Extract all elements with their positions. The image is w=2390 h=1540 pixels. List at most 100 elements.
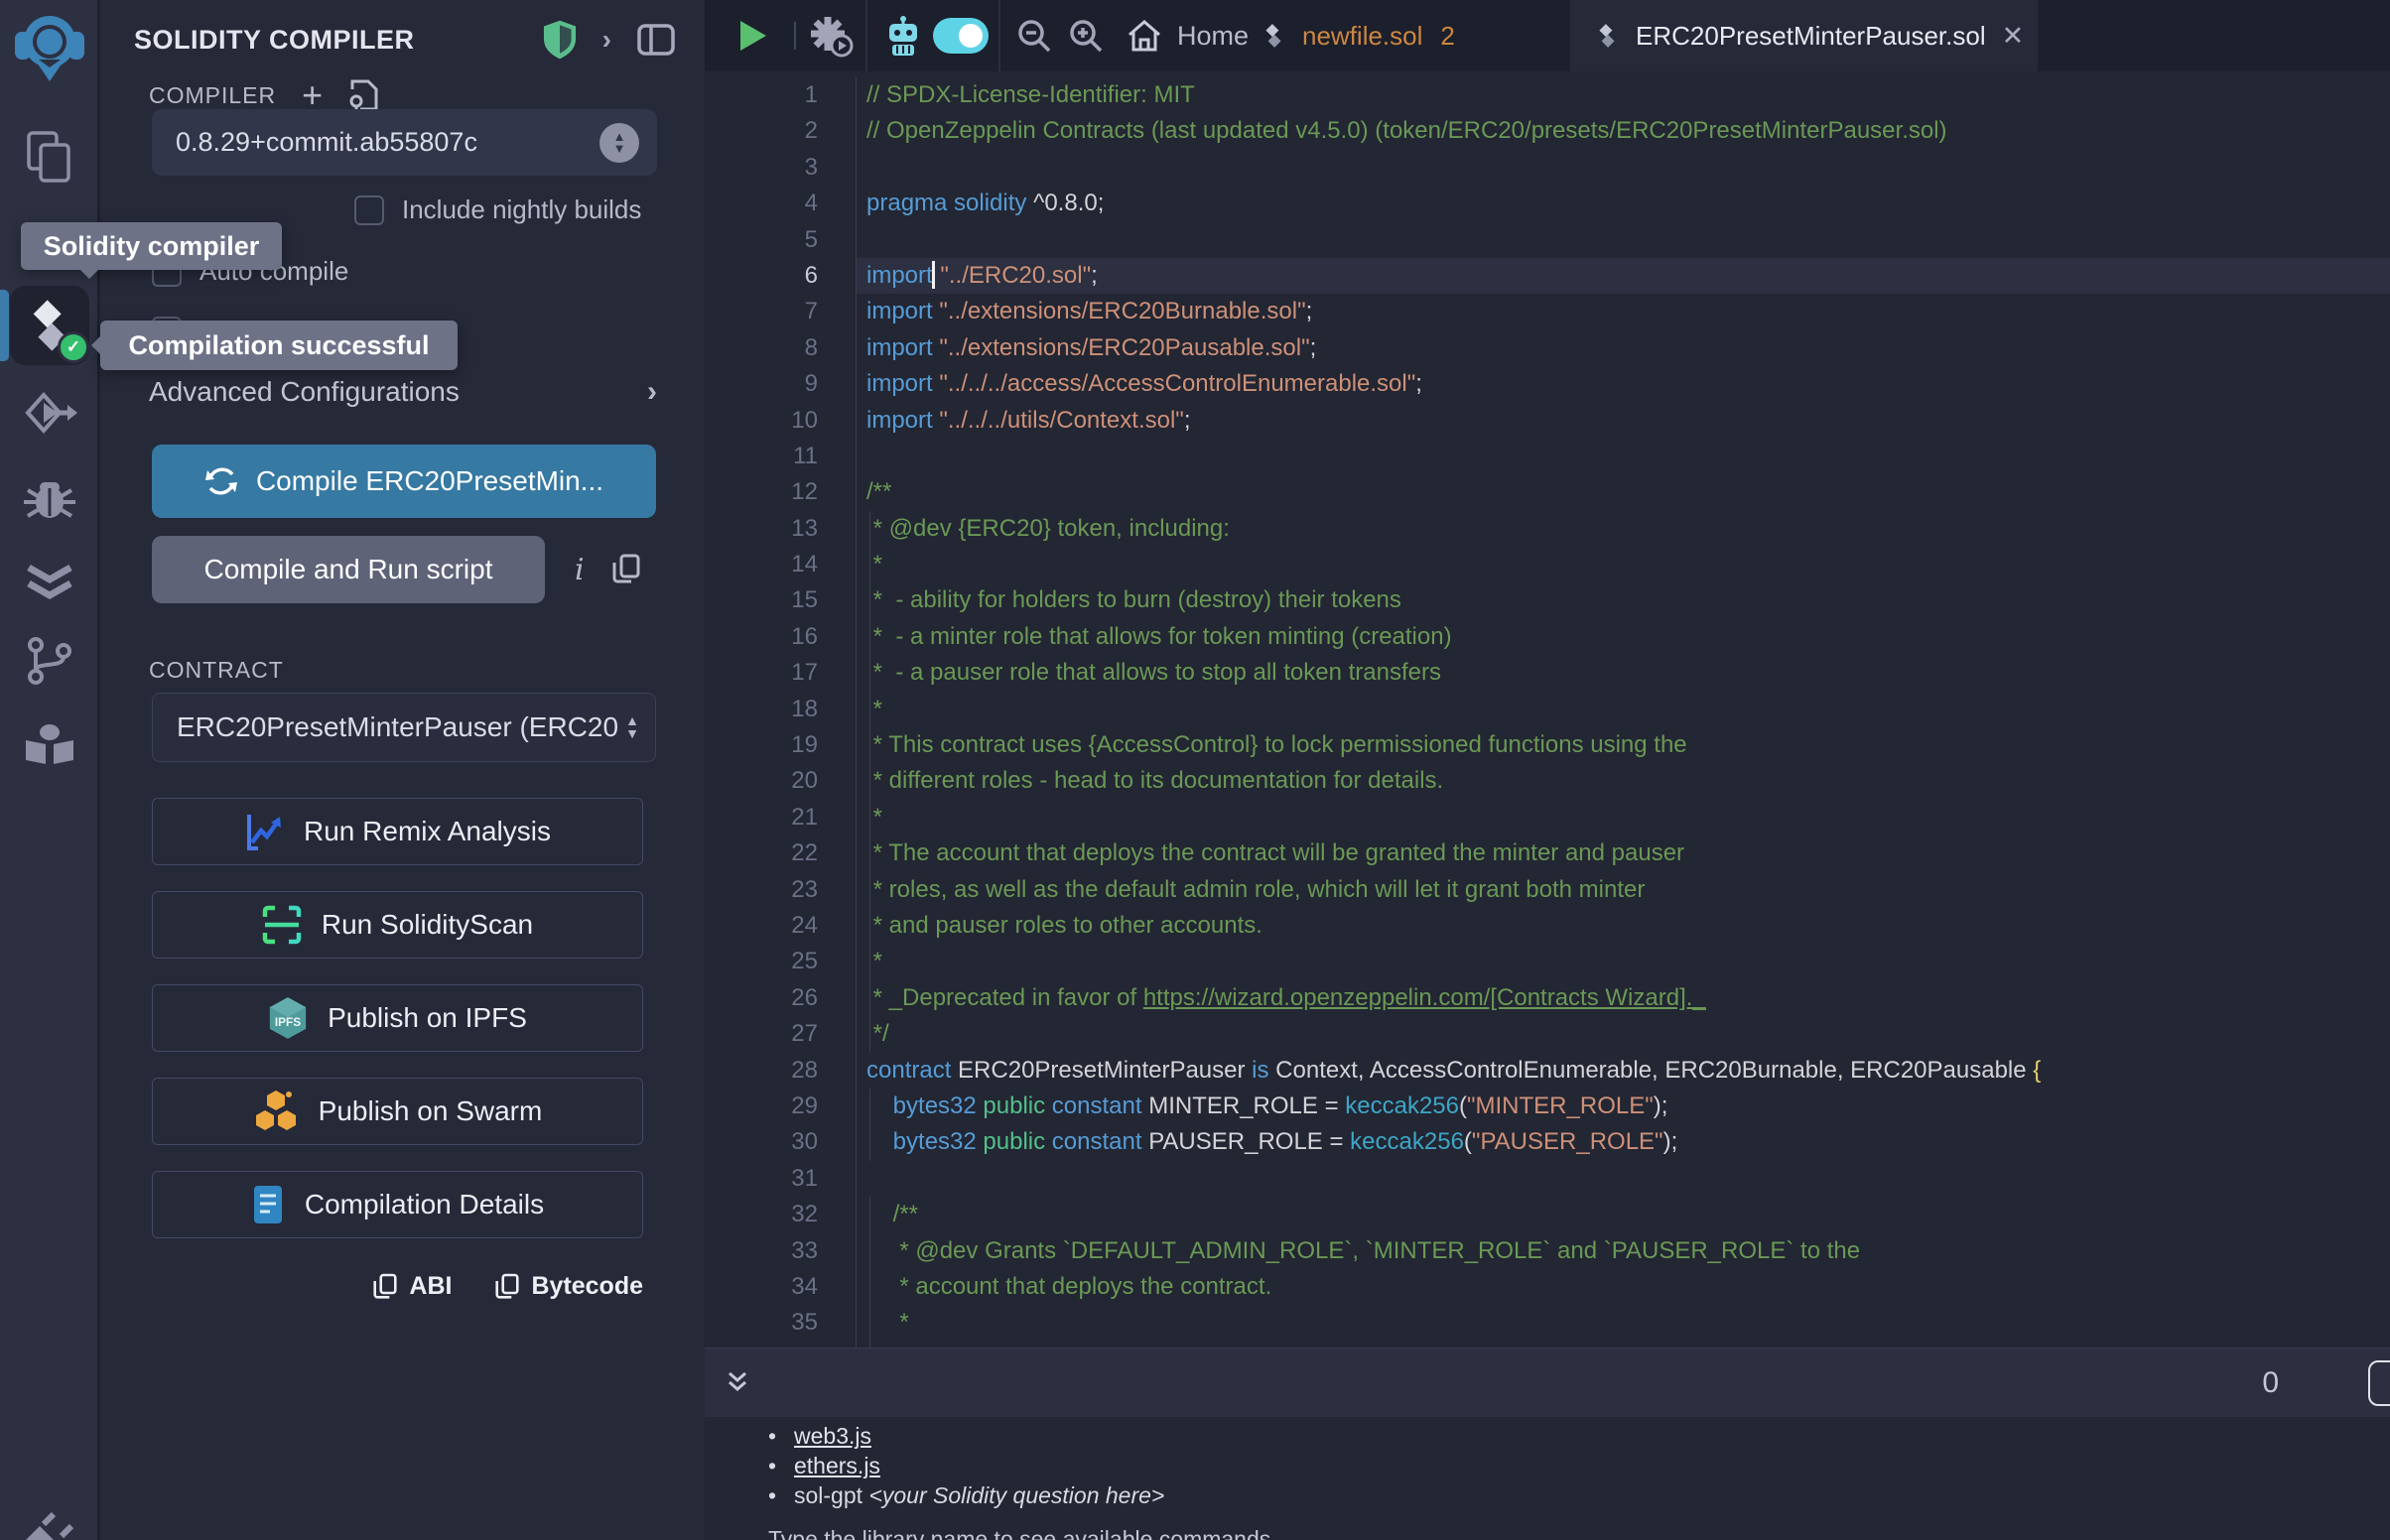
code-line[interactable]: 4pragma solidity ^0.8.0; [705,186,2390,221]
line-number: 2 [705,113,857,149]
tooltip-compilation-successful: Compilation successful [100,321,458,370]
code-line[interactable]: 29 bytes32 public constant MINTER_ROLE =… [705,1089,2390,1124]
close-icon[interactable]: ✕ [2002,21,2025,52]
script-config-icon[interactable] [808,0,854,71]
code-line[interactable]: 17 * - a pauser role that allows to stop… [705,655,2390,691]
terminal-list-item: •sol-gpt <your Solidity question here> [768,1480,2390,1510]
compilation-details-button[interactable]: Compilation Details [152,1171,643,1238]
compile-and-run-button[interactable]: Compile and Run script [152,536,545,603]
line-number: 24 [705,908,857,944]
license-icon[interactable] [348,77,378,113]
expand-panel-icon[interactable]: › [602,24,611,56]
copy-bytecode-button[interactable]: Bytecode [495,1272,643,1301]
code-line[interactable]: 10import "../../../utils/Context.sol"; [705,403,2390,439]
line-number: 19 [705,727,857,763]
web3js-link[interactable]: web3.js [794,1423,871,1449]
ai-copilot-icon[interactable] [885,0,921,71]
tab-home[interactable]: Home [1126,0,1249,71]
shield-icon[interactable] [543,20,577,60]
static-analysis-icon[interactable] [0,558,99,605]
code-line[interactable]: 25 * [705,944,2390,979]
add-compiler-icon[interactable]: + [302,85,323,105]
code-line[interactable]: 24 * and pauser roles to other accounts. [705,908,2390,944]
zoom-out-icon[interactable] [1016,0,1052,71]
debugger-icon[interactable] [0,474,99,524]
code-line[interactable]: 13 * @dev {ERC20} token, including: [705,511,2390,547]
run-solidityscan-label: Run SolidityScan [322,909,533,941]
line-number: 11 [705,439,857,474]
zoom-in-icon[interactable] [1068,0,1104,71]
run-remix-analysis-button[interactable]: Run Remix Analysis [152,798,643,865]
line-number: 21 [705,800,857,835]
code-line[interactable]: 9import "../../../access/AccessControlEn… [705,366,2390,402]
run-script-button[interactable] [738,0,768,71]
line-number: 22 [705,835,857,871]
tab-erc20presetminterpauser[interactable]: ERC20PresetMinterPauser.sol ✕ [1570,0,2038,71]
code-editor[interactable]: 1// SPDX-License-Identifier: MIT2// Open… [705,71,2390,1348]
code-line[interactable]: 2// OpenZeppelin Contracts (last updated… [705,113,2390,149]
code-line[interactable]: 30 bytes32 public constant PAUSER_ROLE =… [705,1124,2390,1160]
code-line[interactable]: 15 * - ability for holders to burn (dest… [705,582,2390,618]
code-line[interactable]: 26 * _Deprecated in favor of https://wiz… [705,980,2390,1016]
publish-on-ipfs-button[interactable]: IPFS Publish on IPFS [152,984,643,1052]
run-solidityscan-button[interactable]: Run SolidityScan [152,891,643,959]
terminal-search-box[interactable] [2368,1360,2390,1406]
code-line[interactable]: 35 * [705,1305,2390,1341]
deploy-run-icon[interactable] [0,389,99,437]
code-line[interactable]: 8import "../extensions/ERC20Pausable.sol… [705,330,2390,366]
compile-button[interactable]: Compile ERC20PresetMin... [152,445,656,518]
code-line[interactable]: 20 * different roles - head to its docum… [705,763,2390,799]
code-line[interactable]: 28contract ERC20PresetMinterPauser is Co… [705,1053,2390,1089]
line-number: 18 [705,692,857,727]
code-line[interactable]: 31 [705,1161,2390,1197]
code-line[interactable]: 19 * This contract uses {AccessControl} … [705,727,2390,763]
ai-copilot-toggle[interactable] [933,0,989,71]
code-line[interactable]: 1// SPDX-License-Identifier: MIT [705,77,2390,113]
contract-select[interactable]: ERC20PresetMinterPauser (ERC20 ▲▼ [152,693,656,762]
terminal[interactable]: •web3.js •ethers.js •sol-gpt <your Solid… [705,1417,2390,1540]
swarm-icon [253,1089,299,1134]
include-nightly-checkbox[interactable] [354,195,384,225]
plugin-manager-icon[interactable] [0,722,99,772]
code-line[interactable]: 22 * The account that deploys the contra… [705,835,2390,871]
compiler-version-select[interactable]: 0.8.29+commit.ab55807c ▲▼ [152,109,657,176]
remix-logo[interactable] [0,10,99,85]
code-line[interactable]: 18 * [705,692,2390,727]
code-line[interactable]: 7import "../extensions/ERC20Burnable.sol… [705,294,2390,329]
select-arrows-icon: ▲▼ [625,714,639,740]
code-line[interactable]: 5 [705,222,2390,258]
terminal-bar[interactable]: 0 [705,1348,2390,1417]
code-line[interactable]: 23 * roles, as well as the default admin… [705,872,2390,908]
tab-newfile[interactable]: newfile.sol 2 [1241,0,1475,71]
line-number: 23 [705,872,857,908]
code-line[interactable]: 34 * account that deploys the contract. [705,1269,2390,1305]
code-line[interactable]: 3 [705,150,2390,186]
tooltip-solidity-compiler: Solidity compiler [21,222,282,270]
publish-on-swarm-button[interactable]: Publish on Swarm [152,1078,643,1145]
copy-icon[interactable] [612,554,640,585]
include-nightly-label: Include nightly builds [402,194,641,225]
contract-section-label: CONTRACT [149,657,284,684]
advanced-configurations[interactable]: Advanced Configurations › [149,375,657,409]
copy-abi-button[interactable]: ABI [373,1272,452,1301]
code-line[interactable]: 11 [705,439,2390,474]
code-line[interactable]: 12/** [705,474,2390,510]
code-line[interactable]: 21 * [705,800,2390,835]
file-explorer-icon[interactable] [0,129,99,185]
ethersjs-link[interactable]: ethers.js [794,1453,880,1478]
expand-terminal-icon[interactable] [723,1368,752,1398]
code-line[interactable]: 14 * [705,547,2390,582]
line-number: 16 [705,619,857,655]
plug-icon[interactable] [0,1512,99,1540]
unsaved-changes-badge: 2 [1440,21,1454,52]
pin-panel-icon[interactable] [637,24,675,56]
info-icon[interactable]: i [575,553,585,587]
code-line[interactable]: 6import "../ERC20.sol"; [705,258,2390,294]
home-label: Home [1177,21,1249,52]
code-line[interactable]: 32 /** [705,1197,2390,1232]
git-icon[interactable] [0,635,99,687]
code-line[interactable]: 27 */ [705,1016,2390,1052]
code-line[interactable]: 16 * - a minter role that allows for tok… [705,619,2390,655]
code-line[interactable]: 33 * @dev Grants `DEFAULT_ADMIN_ROLE`, `… [705,1233,2390,1269]
line-number: 14 [705,547,857,582]
